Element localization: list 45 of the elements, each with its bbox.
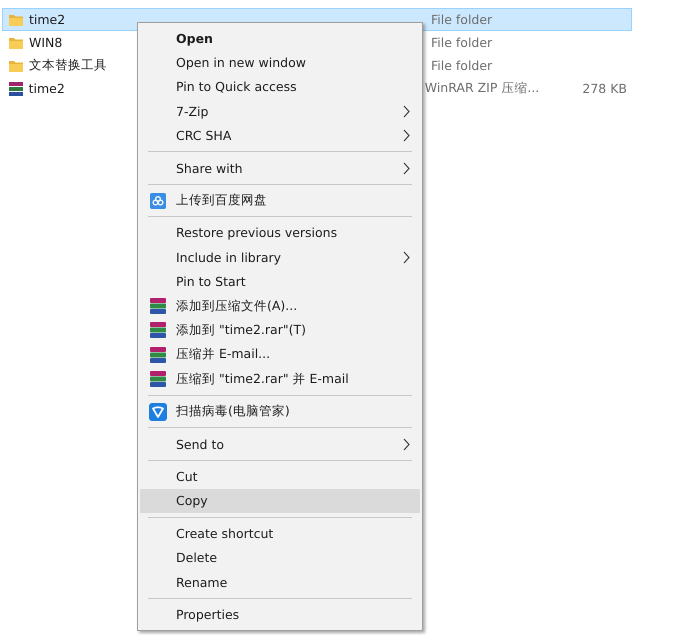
menu-item[interactable]: Share with bbox=[140, 156, 420, 180]
file-size: 278 KB bbox=[582, 81, 627, 96]
archive-icon bbox=[149, 370, 167, 388]
file-type: File folder bbox=[431, 58, 494, 73]
chevron-right-icon bbox=[403, 438, 410, 451]
menu-item[interactable]: CRC SHA bbox=[140, 124, 420, 148]
archive-icon bbox=[149, 297, 167, 316]
file-name: 文本替换工具 bbox=[29, 57, 107, 72]
menu-item[interactable]: Cut bbox=[140, 464, 420, 489]
folder-icon bbox=[8, 36, 24, 50]
file-name: time2 bbox=[29, 12, 66, 27]
menu-item[interactable]: Delete bbox=[140, 545, 420, 570]
menu-item[interactable]: Open in new window bbox=[140, 50, 420, 75]
menu-item[interactable]: 压缩并 E-mail... bbox=[140, 342, 420, 368]
folder-icon bbox=[8, 58, 24, 72]
menu-item[interactable]: 添加到压缩文件(A)... bbox=[140, 294, 420, 318]
file-type: WinRAR ZIP 压缩... bbox=[424, 80, 540, 97]
chevron-right-icon bbox=[403, 104, 410, 118]
menu-item[interactable]: 压缩到 "time2.rar" 并 E-mail bbox=[140, 367, 420, 392]
menu-item[interactable]: Rename bbox=[140, 570, 420, 594]
archive-icon bbox=[8, 80, 24, 96]
archive-icon bbox=[149, 346, 167, 364]
file-name: time2 bbox=[28, 81, 65, 96]
chevron-right-icon bbox=[403, 129, 410, 142]
menu-item[interactable]: Pin to Quick access bbox=[140, 74, 420, 100]
menu-item[interactable]: Pin to Start bbox=[140, 270, 420, 294]
menu-item[interactable]: Send to bbox=[140, 432, 420, 456]
chevron-right-icon bbox=[403, 162, 410, 175]
file-type: File folder bbox=[431, 12, 494, 27]
menu-item[interactable]: 7-Zip bbox=[140, 99, 420, 124]
menu-item[interactable]: Copy bbox=[140, 488, 420, 514]
folder-icon bbox=[8, 12, 24, 26]
file-type: File folder bbox=[431, 35, 494, 50]
menu-item[interactable]: Restore previous versions bbox=[140, 220, 420, 246]
menu-item[interactable]: Properties bbox=[140, 602, 420, 627]
file-name: WIN8 bbox=[29, 35, 62, 50]
chevron-right-icon bbox=[403, 250, 410, 264]
menu-item[interactable]: 扫描病毒(电脑管家) bbox=[140, 399, 420, 424]
cloud-icon bbox=[150, 192, 166, 209]
shield-icon bbox=[149, 402, 167, 421]
menu-item[interactable]: 添加到 "time2.rar"(T) bbox=[140, 318, 420, 343]
menu-item[interactable]: Include in library bbox=[140, 245, 420, 270]
menu-item[interactable]: Create shortcut bbox=[140, 521, 420, 546]
archive-icon bbox=[149, 321, 167, 340]
menu-item[interactable]: 上传到百度网盘 bbox=[140, 188, 420, 213]
